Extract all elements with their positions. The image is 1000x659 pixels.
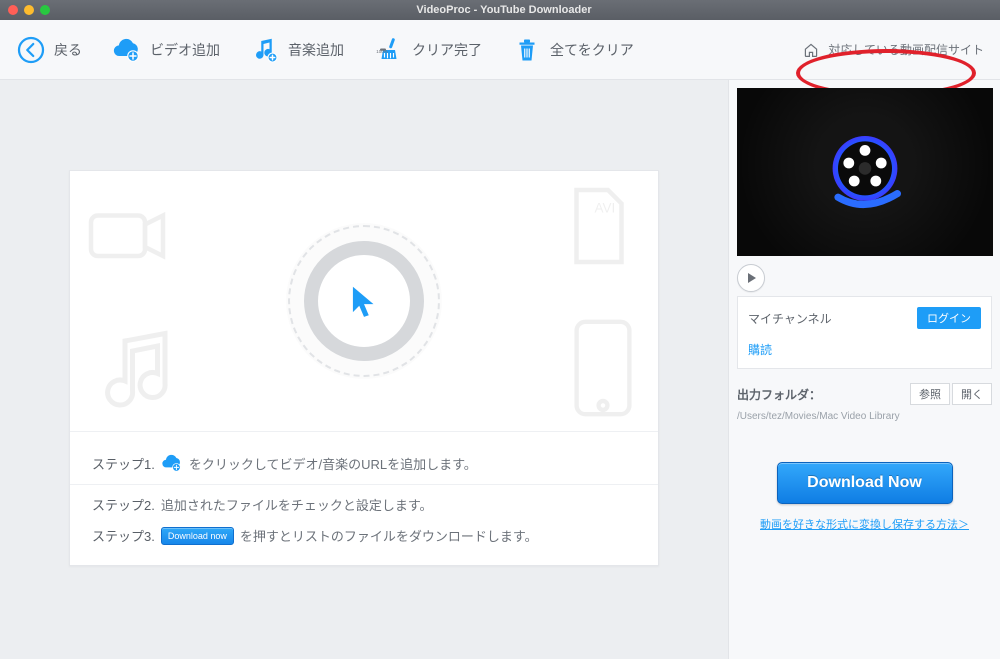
- add-music-button[interactable]: 音楽追加: [250, 35, 344, 65]
- window-controls: [8, 5, 50, 15]
- drop-area[interactable]: AVI: [70, 171, 658, 431]
- side-panel: マイチャンネル ログイン 購読 出力フォルダ： 参照 開く /Users/tez…: [728, 80, 1000, 659]
- drop-panel: AVI ステップ1. をクリックしてビデオ/音楽のURLを追加します。: [69, 170, 659, 566]
- step-2-label: ステップ2.: [92, 495, 155, 514]
- cloud-plus-icon: [112, 35, 142, 65]
- clear-done-label: クリア完了: [412, 40, 482, 60]
- clear-done-button[interactable]: 100% クリア完了: [374, 35, 482, 65]
- trash-icon: [512, 35, 542, 65]
- supported-sites-button[interactable]: 対応している動画配信サイト: [802, 41, 984, 59]
- toolbar: 戻る ビデオ追加 音楽追加 100% クリア完了 全てをクリア: [0, 20, 1000, 80]
- video-preview: [737, 88, 993, 256]
- step-1: ステップ1. をクリックしてビデオ/音楽のURLを追加します。: [92, 446, 636, 480]
- step-3: ステップ3. Download now を押すとリストのファイルをダウンロードし…: [92, 520, 636, 551]
- drop-target-circle: [304, 241, 424, 361]
- window-title: VideoProc - YouTube Downloader: [60, 4, 948, 16]
- cursor-arrow-icon: [345, 282, 383, 320]
- minimize-window-button[interactable]: [24, 5, 34, 15]
- step-3-label: ステップ3.: [92, 526, 155, 545]
- output-folder-box: 出力フォルダ： 参照 開く /Users/tez/Movies/Mac Vide…: [737, 383, 992, 422]
- play-icon: [747, 273, 757, 283]
- preview-play-button[interactable]: [737, 264, 765, 292]
- browse-button[interactable]: 参照: [910, 383, 950, 405]
- output-folder-path: /Users/tez/Movies/Mac Video Library: [737, 411, 992, 422]
- svg-text:AVI: AVI: [595, 201, 616, 216]
- music-plus-icon: [250, 35, 280, 65]
- back-button[interactable]: 戻る: [16, 35, 82, 65]
- step-1-label: ステップ1.: [92, 454, 155, 473]
- svg-text:100%: 100%: [376, 49, 388, 54]
- add-music-label: 音楽追加: [288, 40, 344, 60]
- close-window-button[interactable]: [8, 5, 18, 15]
- download-now-button[interactable]: Download Now: [777, 462, 953, 504]
- camera-outline-icon: [82, 193, 172, 283]
- zoom-window-button[interactable]: [40, 5, 50, 15]
- supported-sites-label: 対応している動画配信サイト: [828, 41, 984, 58]
- login-button[interactable]: ログイン: [917, 307, 981, 329]
- channel-box: マイチャンネル ログイン 購読: [737, 296, 992, 369]
- add-video-label: ビデオ追加: [150, 40, 220, 60]
- back-arrow-icon: [16, 35, 46, 65]
- convert-format-link[interactable]: 動画を好きな形式に変換し保存する方法＞: [737, 516, 992, 532]
- clear-all-button[interactable]: 全てをクリア: [512, 35, 634, 65]
- phone-outline-icon: [558, 313, 648, 423]
- reel-logo-icon: [820, 127, 910, 217]
- open-folder-button[interactable]: 開く: [952, 383, 992, 405]
- home-icon: [802, 41, 820, 59]
- app-window: VideoProc - YouTube Downloader 戻る ビデオ追加 …: [0, 0, 1000, 659]
- titlebar: VideoProc - YouTube Downloader: [0, 0, 1000, 20]
- music-outline-icon: [90, 321, 190, 421]
- cloud-plus-icon: [161, 452, 183, 474]
- subscribe-link[interactable]: 購読: [748, 341, 772, 358]
- broom-icon: 100%: [374, 35, 404, 65]
- add-video-button[interactable]: ビデオ追加: [112, 35, 220, 65]
- content-area: AVI ステップ1. をクリックしてビデオ/音楽のURLを追加します。: [0, 80, 1000, 659]
- output-folder-label: 出力フォルダ：: [737, 386, 821, 403]
- instruction-steps: ステップ1. をクリックしてビデオ/音楽のURLを追加します。 ステップ2. 追…: [70, 431, 658, 565]
- file-outline-icon: AVI: [554, 181, 644, 271]
- step-2-text: 追加されたファイルをチェックと設定します。: [161, 495, 433, 514]
- step-3-text: を押すとリストのファイルをダウンロードします。: [240, 526, 538, 545]
- step-2: ステップ2. 追加されたファイルをチェックと設定します。: [92, 489, 636, 520]
- main-panel: AVI ステップ1. をクリックしてビデオ/音楽のURLを追加します。: [0, 80, 728, 659]
- step-1-text: をクリックしてビデオ/音楽のURLを追加します。: [189, 454, 477, 473]
- download-now-badge: Download now: [161, 527, 234, 545]
- my-channel-label: マイチャンネル: [748, 310, 832, 327]
- clear-all-label: 全てをクリア: [550, 40, 634, 60]
- back-button-label: 戻る: [54, 40, 82, 60]
